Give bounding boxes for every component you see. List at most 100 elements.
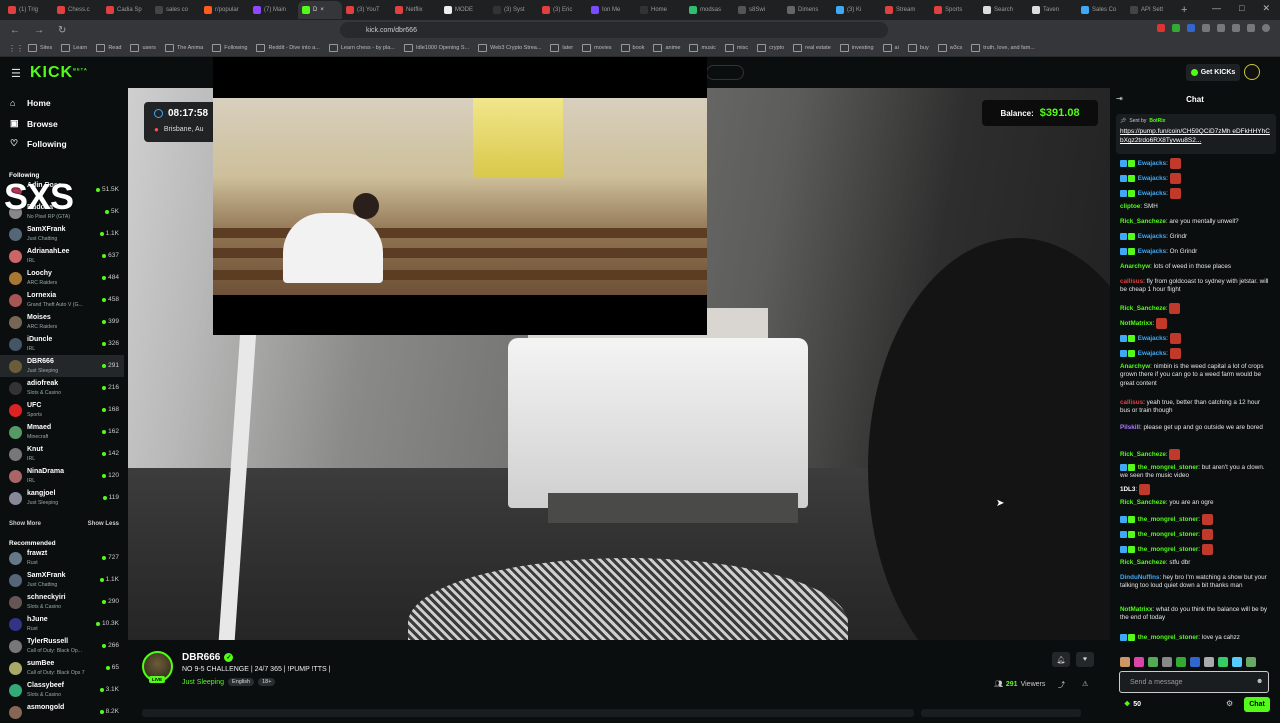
bookmark-item[interactable]: Idle1000 Opening S...	[404, 44, 469, 52]
chat-username[interactable]: callisus	[1120, 278, 1143, 285]
sidebar-following-channel[interactable]: DBR666 Just Sleeping 291	[0, 355, 124, 377]
menu-icon[interactable]: ☰	[11, 67, 21, 80]
picture-in-picture-video[interactable]	[213, 57, 707, 335]
chat-username[interactable]: NotMatrixx	[1120, 320, 1153, 327]
extension-icon[interactable]	[1187, 24, 1195, 32]
gear-icon[interactable]: ⚙	[1226, 699, 1233, 708]
close-window-icon[interactable]: ✕	[1262, 3, 1270, 14]
chat-username[interactable]: NotMatrixx	[1120, 606, 1153, 613]
kick-logo[interactable]: KICKBETA	[30, 64, 88, 82]
sidebar-recommended-channel[interactable]: hJune Rust 10.3K	[0, 613, 124, 635]
chat-username[interactable]: Pilskill	[1120, 424, 1140, 431]
follow-button[interactable]: ♥	[1076, 652, 1094, 667]
new-tab-button[interactable]: +	[1181, 4, 1187, 16]
chat-message-input[interactable]: Send a message	[1119, 671, 1269, 693]
sidebar-following-channel[interactable]: Moises ARC Raiders 399	[0, 311, 124, 333]
bookmark-item[interactable]: investing	[840, 44, 874, 52]
emote-icon[interactable]	[1246, 657, 1256, 667]
browser-tab[interactable]: s8Swi	[734, 1, 783, 19]
send-chat-button[interactable]: Chat	[1244, 697, 1270, 712]
extension-icon[interactable]	[1232, 24, 1240, 32]
browser-tab[interactable]: Sports	[930, 1, 979, 19]
sidebar-following-channel[interactable]: Mmaed Minecraft 162	[0, 421, 124, 443]
sidebar-recommended-channel[interactable]: Classybeef Slots & Casino 3.1K	[0, 679, 124, 701]
bookmark-item[interactable]: later	[550, 44, 573, 52]
extension-icon[interactable]	[1217, 24, 1225, 32]
bookmark-item[interactable]: music	[689, 44, 715, 52]
emote-icon[interactable]	[1134, 657, 1144, 667]
sidebar-following-channel[interactable]: kangjoel Just Sleeping 119	[0, 487, 124, 509]
sidebar-following-channel[interactable]: adiofreak Slots & Casino 216	[0, 377, 124, 399]
apps-icon[interactable]: ⋮⋮	[8, 44, 24, 53]
chat-username[interactable]: Rick_Sancheze	[1120, 559, 1166, 566]
emote-icon[interactable]	[1218, 657, 1228, 667]
bookmark-item[interactable]: misc	[725, 44, 748, 52]
kicks-balance[interactable]: ❖ 50	[1124, 700, 1141, 709]
chat-username[interactable]: Ewajacks	[1138, 350, 1166, 357]
browser-tab[interactable]: (3) Syst	[489, 1, 538, 19]
sidebar-recommended-channel[interactable]: TylerRussell Call of Duty: Black Op... 266	[0, 635, 124, 657]
sidebar-following-channel[interactable]: UFC Sports 168	[0, 399, 124, 421]
share-icon[interactable]: ⤴	[1058, 680, 1065, 690]
bookmark-item[interactable]: Read	[96, 44, 121, 52]
sidebar-following-channel[interactable]: iDuncle IRL 326	[0, 333, 124, 355]
emote-icon[interactable]	[1204, 657, 1214, 667]
sidebar-following-channel[interactable]: NinaDrama IRL 120	[0, 465, 124, 487]
chat-username[interactable]: Ewajacks	[1138, 190, 1166, 197]
sidebar-following-channel[interactable]: AdrianahLee IRL 637	[0, 245, 124, 267]
bookmark-item[interactable]: Learn	[61, 44, 87, 52]
chat-username[interactable]: Ewajacks	[1138, 233, 1166, 240]
sidebar-recommended-channel[interactable]: schneckyiri Slots & Casino 290	[0, 591, 124, 613]
chat-username[interactable]: the_mongrel_stoner	[1138, 531, 1199, 538]
search-input[interactable]	[706, 65, 744, 80]
chat-username[interactable]: the_mongrel_stoner	[1138, 516, 1199, 523]
sidebar-nav-following[interactable]: ♡ Following	[10, 138, 67, 149]
extension-icon[interactable]	[1202, 24, 1210, 32]
browser-tab[interactable]: (3) YouT	[342, 1, 391, 19]
browser-tab[interactable]: Ion Me	[587, 1, 636, 19]
browser-tab[interactable]: Chess.c	[53, 1, 102, 19]
chat-username[interactable]: cliptoe	[1120, 203, 1140, 210]
tag-age[interactable]: 18+	[258, 678, 276, 686]
bookmark-item[interactable]: book	[621, 44, 645, 52]
emote-icon[interactable]	[1232, 657, 1242, 667]
browser-tab[interactable]: Search	[979, 1, 1028, 19]
chat-username[interactable]: Ewajacks	[1138, 175, 1166, 182]
report-icon[interactable]: ⚠	[1082, 680, 1088, 688]
back-icon[interactable]: ←	[10, 25, 20, 36]
close-tab-icon[interactable]: ×	[320, 7, 324, 13]
user-avatar[interactable]	[1244, 64, 1260, 80]
browser-tab[interactable]: Netflix	[391, 1, 440, 19]
chat-username[interactable]: DinduNuffins	[1120, 574, 1160, 581]
bookmark-item[interactable]: ai	[883, 44, 899, 52]
bookmark-item[interactable]: truth, love, and fam...	[971, 44, 1035, 52]
extension-icon[interactable]	[1247, 24, 1255, 32]
bookmark-item[interactable]: movies	[582, 44, 611, 52]
chat-username[interactable]: Ewajacks	[1138, 248, 1166, 255]
bookmark-item[interactable]: Following	[212, 44, 247, 52]
sidebar-following-channel[interactable]: Lornexia Grand Theft Auto V (G... 458	[0, 289, 124, 311]
bookmark-item[interactable]: w3cs	[938, 44, 963, 52]
sidebar-following-channel[interactable]: Loochy ARC Raiders 484	[0, 267, 124, 289]
channel-name[interactable]: DBR666 ✓	[182, 652, 234, 663]
browser-tab[interactable]: sales co	[151, 1, 200, 19]
bookmark-item[interactable]: real estate	[793, 44, 831, 52]
chat-username[interactable]: 1DL3	[1120, 486, 1135, 493]
bookmark-item[interactable]: users	[130, 44, 155, 52]
bookmark-item[interactable]: Learn chess - by pla...	[329, 44, 395, 52]
sidebar-recommended-channel[interactable]: SamXFrank Just Chatting 1.1K	[0, 569, 124, 591]
chat-username[interactable]: Anarchyw	[1120, 263, 1150, 270]
chat-username[interactable]: the_mongrel_stoner	[1138, 634, 1199, 641]
pinned-by-user[interactable]: BotRix	[1149, 118, 1165, 124]
chat-username[interactable]: Ewajacks	[1138, 335, 1166, 342]
browser-tab[interactable]: (1) Trig	[4, 1, 53, 19]
browser-tab[interactable]: D ×	[298, 1, 342, 19]
sidebar-following-channel[interactable]: Knut IRL 142	[0, 443, 124, 465]
browser-tab[interactable]: Home	[636, 1, 685, 19]
browser-tab[interactable]: (3) Ki	[832, 1, 881, 19]
bookmark-item[interactable]: Sites	[28, 44, 52, 52]
extension-icon[interactable]	[1157, 24, 1165, 32]
browser-tab[interactable]: r/popular	[200, 1, 249, 19]
maximize-icon[interactable]: □	[1239, 3, 1244, 14]
sidebar-recommended-channel[interactable]: frawzt Rust 727	[0, 547, 124, 569]
